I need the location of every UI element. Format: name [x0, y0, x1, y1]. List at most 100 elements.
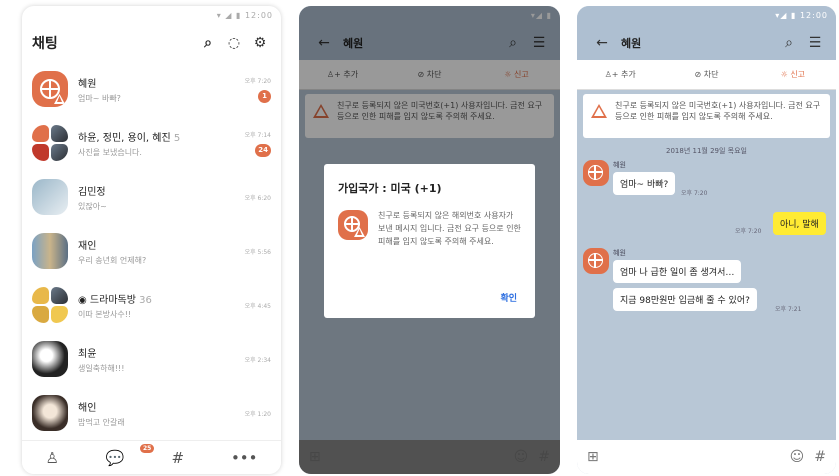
- settings-gear-icon[interactable]: ⚙: [249, 35, 271, 51]
- bottom-nav: ♙ 💬 25 # •••: [22, 440, 281, 474]
- chat-list: 혜원엄마~ 바빠? 오후 7:20 1 하윤, 정민, 용이, 혜진 5 사진을 보…: [22, 60, 281, 440]
- globe-icon: [588, 165, 603, 180]
- foreign-globe-avatar: [338, 210, 368, 240]
- unread-badge: 24: [255, 143, 271, 157]
- chat-name: 김민정: [78, 186, 106, 198]
- add-friend-button[interactable]: ♙+ 추가: [577, 69, 663, 80]
- report-label: 신고: [790, 70, 806, 79]
- chat-row-haein[interactable]: 해인 밥먹고 안갈래 오후 1:20: [22, 386, 281, 440]
- chat-list-screen: ▾ ◢ ▮ 12:00 채팅 ⌕ ◌ ⚙ 혜원엄마~ 바빠? 오후 7:20 1 …: [22, 6, 281, 474]
- new-chat-icon[interactable]: ◌: [223, 35, 245, 51]
- emoji-icon[interactable]: ☺: [790, 449, 805, 465]
- block-button[interactable]: ⊘ 차단: [663, 69, 749, 80]
- block-label: 차단: [703, 70, 719, 79]
- chat-time: 오후 6:20: [244, 194, 271, 202]
- sender-avatar: [583, 160, 609, 186]
- friend-actions-bar: ♙+ 추가 ⊘ 차단 ☼ 신고: [577, 60, 836, 90]
- back-arrow-icon[interactable]: ←: [591, 35, 613, 51]
- globe-icon: [40, 79, 60, 99]
- sender-name: 혜원: [613, 249, 626, 257]
- chat-preview: 이따 본방사수!!: [78, 309, 132, 319]
- chat-name: 재인: [78, 240, 97, 252]
- status-time: 12:00: [244, 11, 273, 20]
- status-time: 12:00: [799, 11, 828, 20]
- chat-name: 혜원: [78, 78, 97, 90]
- group-avatar: [32, 287, 68, 323]
- my-message-bubble[interactable]: 아니, 말해: [773, 212, 826, 235]
- chat-preview: 엄마~ 바빠?: [78, 93, 121, 103]
- report-button[interactable]: ☼ 신고: [750, 69, 836, 80]
- chat-time: 오후 2:34: [244, 356, 271, 364]
- chat-preview: 밥먹고 안갈래: [78, 417, 125, 427]
- plus-icon[interactable]: ⊞: [587, 449, 599, 465]
- chat-time: 오후 7:20: [244, 77, 271, 85]
- chat-room-header: ← 혜원 ⌕ ☰: [577, 26, 836, 60]
- hashtag-icon[interactable]: #: [814, 449, 826, 465]
- message-time: 오후 7:21: [775, 306, 802, 313]
- friends-person-icon[interactable]: ♙: [45, 449, 58, 467]
- notice-text: 친구로 등록되지 않은 미국번호(+1) 사용자입니다. 금전 요구 등으로 인…: [615, 101, 821, 122]
- more-dots-icon[interactable]: •••: [231, 449, 258, 467]
- chat-time: 오후 4:45: [244, 302, 271, 310]
- page-title: 채팅: [32, 36, 58, 52]
- message-bubble[interactable]: 엄마~ 바빠?: [613, 172, 676, 195]
- member-count: 36: [139, 294, 152, 306]
- member-count: 5: [173, 132, 181, 144]
- chat-name: 하윤, 정민, 용이, 혜진: [78, 132, 171, 144]
- chat-preview: 있잖아~: [78, 201, 107, 211]
- hashtag-icon[interactable]: #: [171, 449, 184, 467]
- group-avatar: [32, 125, 68, 161]
- unread-badge: 1: [258, 89, 271, 103]
- add-person-icon: ♙+: [604, 70, 619, 79]
- confirm-button[interactable]: 확인: [500, 291, 517, 304]
- search-icon[interactable]: ⌕: [778, 35, 800, 51]
- chat-list-header: 채팅 ⌕ ◌ ⚙: [22, 26, 281, 60]
- message-bubble[interactable]: 엄마 나 급한 일이 좀 생겨서…: [613, 260, 742, 283]
- chat-row-hyewon[interactable]: 혜원엄마~ 바빠? 오후 7:20 1: [22, 62, 281, 116]
- foreign-number-notice: 친구로 등록되지 않은 미국번호(+1) 사용자입니다. 금전 요구 등으로 인…: [583, 94, 830, 138]
- chat-bubble-icon[interactable]: 💬: [106, 449, 125, 467]
- add-label: 추가: [621, 70, 636, 79]
- chat-preview: 사진을 보냈습니다.: [78, 147, 142, 157]
- chat-row-choiyun[interactable]: 최윤생일축하해!!! 오후 2:34: [22, 332, 281, 386]
- chat-row-jaein[interactable]: 재인우리 송년회 언제해? 오후 5:56: [22, 224, 281, 278]
- warning-triangle-icon: [591, 104, 607, 118]
- chat-preview: 생일축하해!!!: [78, 363, 125, 373]
- chat-name: 해인: [78, 402, 97, 414]
- menu-icon[interactable]: ☰: [804, 35, 826, 51]
- message-time: 오후 7:20: [681, 190, 708, 197]
- avatar: [32, 179, 68, 215]
- chat-time: 오후 7:14: [244, 131, 271, 139]
- message-input-bar: ⊞ ☺ #: [577, 440, 836, 474]
- globe-icon: [344, 216, 360, 232]
- chat-preview: 우리 송년회 언제해?: [78, 255, 147, 265]
- open-chat-icon: ◉: [78, 294, 87, 306]
- chat-name: 최윤: [78, 348, 97, 360]
- chat-time: 오후 5:56: [244, 248, 271, 256]
- message-time: 오후 7:20: [735, 228, 762, 235]
- date-divider: 2018년 11월 29일 목요일: [666, 147, 747, 155]
- siren-icon: ☼: [780, 70, 788, 79]
- dialog-body: 친구로 등록되지 않은 해외번호 사용자가 보낸 메시지 입니다. 금전 요구 …: [378, 211, 521, 246]
- chat-row-group[interactable]: 하윤, 정민, 용이, 혜진 5 사진을 보냈습니다. 오후 7:14 24: [22, 116, 281, 170]
- avatar: [32, 233, 68, 269]
- status-bar: ▾◢ ▮ 12:00: [577, 6, 836, 26]
- room-title: 혜원: [621, 37, 642, 50]
- chat-row-drama[interactable]: ◉ 드라마독방 36 이따 본방사수!! 오후 4:45: [22, 278, 281, 332]
- dialog-title: 가입국가 : 미국 (+1): [338, 182, 442, 195]
- sender-name: 혜원: [613, 161, 626, 169]
- globe-icon: [588, 253, 603, 268]
- avatar: [32, 341, 68, 377]
- message-area: 혜원 엄마~ 바빠? 오후 7:20 오후 7:20 아니, 말해 혜원 엄마 …: [577, 160, 836, 360]
- chat-room-screen: ▾◢ ▮ 12:00 ← 혜원 ⌕ ☰ ♙+ 추가 ⊘ 차단 ☼ 신고 친구로 …: [577, 6, 836, 474]
- chat-room-dialog-screen: ▾◢ ▮ ← 혜원 ⌕ ☰ ♙+ 추가 ⊘ 차단 ☼ 신고 친구로 등록되지 않…: [299, 6, 560, 474]
- block-icon: ⊘: [694, 70, 702, 79]
- chat-row-minjeong[interactable]: 김민정있잖아~ 오후 6:20: [22, 170, 281, 224]
- message-bubble[interactable]: 지금 98만원만 입금해 줄 수 있어?: [613, 288, 757, 311]
- search-icon[interactable]: ⌕: [197, 35, 219, 51]
- status-bar: ▾ ◢ ▮ 12:00: [216, 11, 273, 20]
- nav-unread-badge: 25: [140, 444, 155, 453]
- sender-avatar: [583, 248, 609, 274]
- foreign-globe-avatar: [32, 71, 68, 107]
- country-warning-dialog: 가입국가 : 미국 (+1) 친구로 등록되지 않은 해외번호 사용자가 보낸 …: [324, 164, 535, 318]
